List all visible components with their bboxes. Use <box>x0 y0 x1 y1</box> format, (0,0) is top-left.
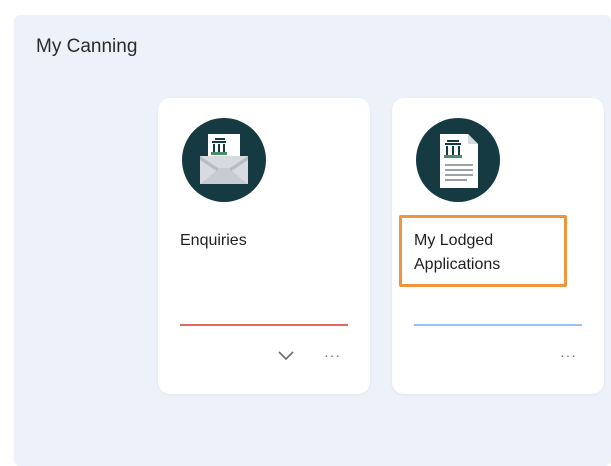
chevron-down-icon[interactable] <box>276 349 296 363</box>
tile-enquiries[interactable]: Enquiries ··· <box>158 98 370 394</box>
page-title: My Canning <box>36 36 138 57</box>
highlight-box <box>399 215 567 287</box>
more-options-icon[interactable]: ··· <box>560 348 577 362</box>
tile-my-lodged-applications[interactable]: My Lodged Applications ··· <box>392 98 604 394</box>
tile-enquiries-accent-bar <box>180 324 348 326</box>
lodged-applications-document-icon <box>416 118 500 202</box>
tile-enquiries-label: Enquiries <box>180 232 247 249</box>
enquiries-envelope-icon <box>182 118 266 202</box>
tile-my-lodged-applications-accent-bar <box>414 324 582 326</box>
more-options-icon[interactable]: ··· <box>324 348 341 362</box>
